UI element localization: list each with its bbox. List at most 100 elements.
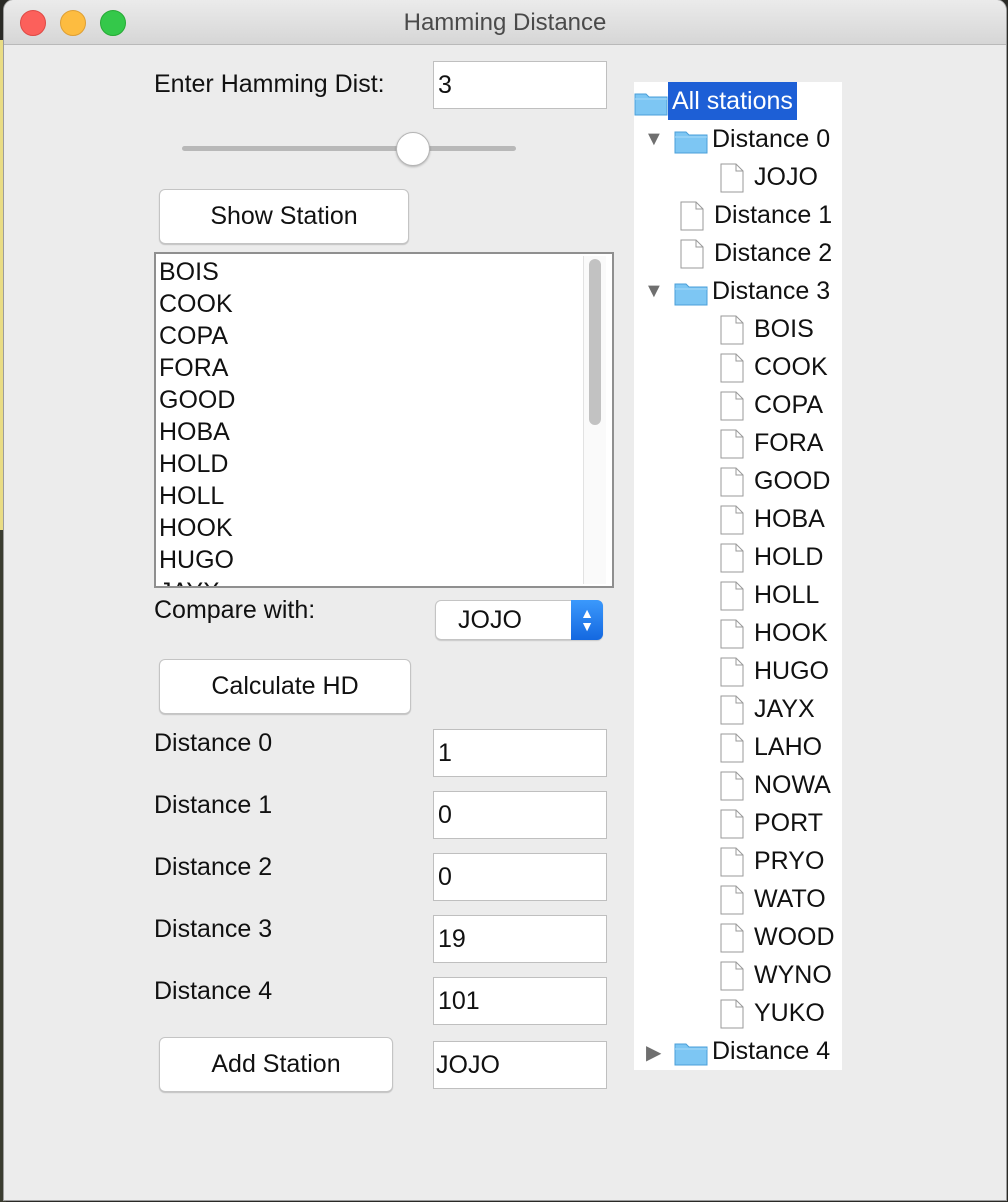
tree-leaf-station[interactable]: COPA: [720, 386, 827, 424]
distance-0-field[interactable]: 1: [433, 729, 607, 777]
tree-leaf-label: HOLL: [754, 581, 820, 609]
tree-node-distance-3[interactable]: Distance 3: [674, 272, 834, 310]
tree-leaf-station[interactable]: WOOD: [720, 918, 839, 956]
hamming-dist-input[interactable]: 3: [433, 61, 607, 109]
tree-leaf-label: NOWA: [754, 771, 831, 799]
station-list[interactable]: BOIS COOK COPA FORA GOOD HOBA HOLD HOLL HOOK HUGO…: [154, 252, 614, 588]
triangle-down-icon[interactable]: ▼: [644, 128, 664, 151]
station-list-item[interactable]: HOBA: [159, 416, 235, 448]
station-list-item[interactable]: BOIS: [159, 256, 235, 288]
tree-leaf-station[interactable]: COOK: [720, 348, 832, 386]
tree-node-distance-2[interactable]: Distance 2: [680, 234, 836, 272]
file-icon: [720, 315, 744, 345]
tree-leaf-station[interactable]: YUKO: [720, 994, 829, 1032]
tree-leaf-station[interactable]: PRYO: [720, 842, 828, 880]
tree-node-label: Distance 2: [714, 239, 833, 267]
tree-node-label: Distance 3: [712, 277, 831, 305]
distance-3-field[interactable]: 19: [433, 915, 607, 963]
station-list-item[interactable]: HOLL: [159, 480, 235, 512]
distance-0-label: Distance 0: [154, 729, 273, 757]
tree-leaf-station[interactable]: HUGO: [720, 652, 833, 690]
app-window: Hamming Distance Enter Hamming Dist: 3 S…: [4, 0, 1006, 1200]
distance-2-field[interactable]: 0: [433, 853, 607, 901]
chevron-down-icon: ▼: [580, 618, 594, 634]
file-icon: [720, 809, 744, 839]
folder-icon: [674, 1039, 708, 1066]
window-title: Hamming Distance: [403, 9, 607, 36]
tree-leaf-label: HUGO: [754, 657, 829, 685]
folder-icon: [674, 279, 708, 306]
distance-3-label: Distance 3: [154, 915, 273, 943]
tree-leaf-label: FORA: [754, 429, 824, 457]
tree-node-distance-4[interactable]: Distance 4: [674, 1032, 834, 1070]
file-icon: [720, 581, 744, 611]
tree-leaf-label: HOLD: [754, 543, 824, 571]
file-icon: [720, 885, 744, 915]
tree-leaf-station[interactable]: BOIS: [720, 310, 818, 348]
hamming-slider-thumb[interactable]: [396, 132, 430, 166]
tree-leaf-station[interactable]: WYNO: [720, 956, 836, 994]
tree-leaf-station[interactable]: NOWA: [720, 766, 835, 804]
station-list-item[interactable]: FORA: [159, 352, 235, 384]
tree-leaf-station[interactable]: HOLD: [720, 538, 827, 576]
tree-leaf-station[interactable]: LAHO: [720, 728, 826, 766]
tree-leaf-label: JOJO: [754, 163, 818, 191]
file-icon: [720, 505, 744, 535]
hamming-slider[interactable]: [182, 146, 516, 151]
title-bar[interactable]: Hamming Distance: [4, 0, 1006, 45]
tree-leaf-label: WOOD: [754, 923, 835, 951]
tree-leaf-station[interactable]: JAYX: [720, 690, 819, 728]
tree-node-distance-1[interactable]: Distance 1: [680, 196, 836, 234]
file-icon: [720, 467, 744, 497]
station-list-item[interactable]: COOK: [159, 288, 235, 320]
distance-1-label: Distance 1: [154, 791, 273, 819]
tree-leaf-station[interactable]: HOOK: [720, 614, 832, 652]
file-icon: [720, 543, 744, 573]
station-list-item[interactable]: HOLD: [159, 448, 235, 480]
distance-2-label: Distance 2: [154, 853, 273, 881]
station-tree[interactable]: All stations ▼ Distance 0 JOJO Distance …: [634, 82, 842, 1070]
station-list-scrollbar[interactable]: [583, 256, 606, 584]
tree-leaf-station[interactable]: HOBA: [720, 500, 829, 538]
tree-leaf-label: YUKO: [754, 999, 825, 1027]
select-stepper[interactable]: ▲ ▼: [571, 600, 603, 640]
tree-leaf-station[interactable]: WATO: [720, 880, 830, 918]
triangle-right-icon[interactable]: ▶: [646, 1040, 661, 1065]
file-icon: [720, 999, 744, 1029]
distance-4-label: Distance 4: [154, 977, 273, 1005]
calculate-hd-button[interactable]: Calculate HD: [159, 659, 411, 714]
station-list-item[interactable]: JAYX: [159, 576, 235, 586]
add-station-input[interactable]: JOJO: [433, 1041, 607, 1089]
tree-leaf-label: JAYX: [754, 695, 815, 723]
file-icon: [720, 163, 744, 193]
tree-leaf-label: COOK: [754, 353, 828, 381]
tree-leaf-station[interactable]: FORA: [720, 424, 827, 462]
distance-1-field[interactable]: 0: [433, 791, 607, 839]
tree-node-all-stations[interactable]: All stations: [634, 82, 797, 120]
tree-leaf-label: COPA: [754, 391, 823, 419]
station-list-item[interactable]: COPA: [159, 320, 235, 352]
tree-leaf-station[interactable]: PORT: [720, 804, 827, 842]
file-icon: [720, 429, 744, 459]
scrollbar-thumb[interactable]: [589, 259, 601, 425]
tree-leaf-station[interactable]: JOJO: [720, 158, 822, 196]
file-icon: [720, 391, 744, 421]
tree-node-distance-0[interactable]: Distance 0: [674, 120, 834, 158]
distance-4-field[interactable]: 101: [433, 977, 607, 1025]
compare-with-select[interactable]: JOJO ▲ ▼: [435, 600, 603, 640]
tree-leaf-station[interactable]: HOLL: [720, 576, 823, 614]
station-list-items: BOIS COOK COPA FORA GOOD HOBA HOLD HOLL HOOK HUGO…: [159, 256, 235, 586]
show-station-button[interactable]: Show Station: [159, 189, 409, 244]
station-list-item[interactable]: HOOK: [159, 512, 235, 544]
add-station-button[interactable]: Add Station: [159, 1037, 393, 1092]
folder-icon: [674, 127, 708, 154]
station-list-item[interactable]: GOOD: [159, 384, 235, 416]
tree-leaf-station[interactable]: GOOD: [720, 462, 834, 500]
tree-leaf-label: PORT: [754, 809, 823, 837]
file-icon: [720, 923, 744, 953]
file-icon: [720, 733, 744, 763]
file-icon: [720, 619, 744, 649]
triangle-down-icon[interactable]: ▼: [644, 280, 664, 303]
station-list-item[interactable]: HUGO: [159, 544, 235, 576]
tree-leaf-label: PRYO: [754, 847, 825, 875]
